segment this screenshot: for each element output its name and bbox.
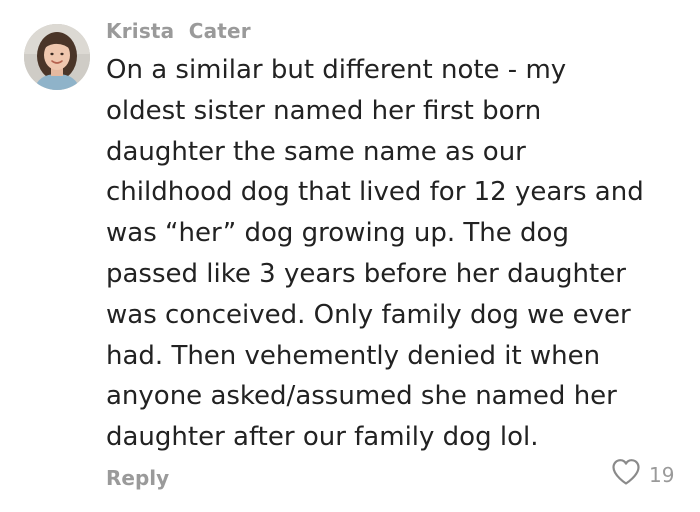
comment-body-line: had. Then vehemently denied it when	[106, 340, 601, 371]
like-button[interactable]: 19	[610, 456, 690, 492]
comment-body-line: On a similar but different note - my	[106, 55, 567, 85]
like-count: 19	[649, 463, 675, 487]
comment-body-line: was “her” dog growing up. The dog	[106, 218, 569, 249]
comment-body-line: anyone asked/assumed she named her	[106, 381, 617, 412]
comment-body: On a similar but different note - my old…	[106, 50, 696, 458]
comment-body-line: daughter after our family dog lol.	[106, 422, 539, 453]
avatar-portrait-icon	[24, 24, 90, 90]
comment-card: Krista Cater On a similar but different …	[0, 0, 700, 512]
comment-body-line: childhood dog that lived for 12 years an…	[106, 177, 644, 208]
reply-button[interactable]: Reply	[106, 466, 169, 490]
avatar[interactable]	[24, 24, 90, 90]
comment-body-line: passed like 3 years before her daughter	[106, 258, 626, 289]
comment-body-line: daughter the same name as our	[106, 136, 526, 167]
comment-body-line: was conceived. Only family dog we ever	[106, 299, 631, 330]
heart-icon	[612, 459, 640, 485]
comment-body-line: oldest sister named her first born	[106, 95, 542, 126]
comment-author[interactable]: Krista Cater	[106, 19, 251, 43]
